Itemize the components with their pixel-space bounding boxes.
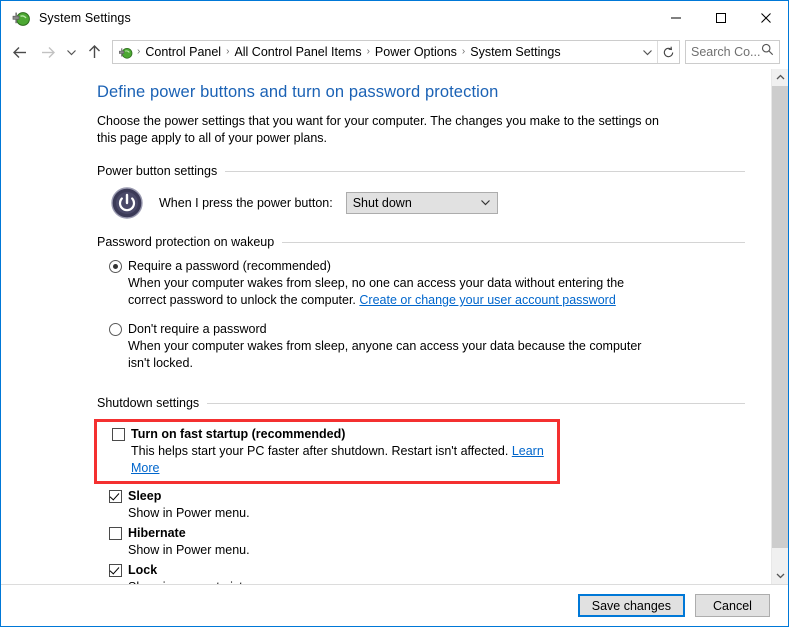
fast-startup-highlight-box: Turn on fast startup (recommended) This …: [94, 419, 560, 484]
page-description: Choose the power settings that you want …: [97, 114, 659, 145]
option-description: Show in Power menu.: [128, 506, 250, 520]
combobox-value: Shut down: [352, 196, 412, 210]
window-controls: [653, 1, 788, 35]
option-label: Hibernate: [128, 526, 186, 540]
group-password-protection: Password protection on wakeup: [97, 235, 745, 249]
group-label: Password protection on wakeup: [97, 235, 275, 249]
dialog-button-bar: Save changes Cancel: [1, 584, 788, 626]
scroll-down-arrow-icon[interactable]: [772, 567, 788, 584]
checkbox-sleep[interactable]: [109, 490, 122, 503]
address-bar[interactable]: › Control Panel › All Control Panel Item…: [112, 40, 680, 64]
settings-content: Define power buttons and turn on passwor…: [1, 69, 771, 584]
forward-arrow-icon[interactable]: [34, 39, 61, 65]
minimize-icon[interactable]: [653, 1, 698, 34]
option-label: Sleep: [128, 489, 162, 503]
up-arrow-icon[interactable]: [81, 39, 108, 65]
scroll-up-arrow-icon[interactable]: [772, 69, 788, 86]
breadcrumb-item-system-settings[interactable]: System Settings: [466, 45, 564, 59]
group-divider: [225, 170, 745, 172]
title-bar: System Settings: [1, 1, 788, 35]
option-description: Show in account picture menu.: [109, 579, 745, 584]
checkbox-lock[interactable]: [109, 564, 122, 577]
refresh-icon[interactable]: [657, 41, 679, 63]
option-label: Lock: [128, 563, 158, 577]
search-input[interactable]: Search Co...: [691, 45, 761, 59]
vertical-scrollbar[interactable]: [771, 69, 788, 584]
scrollbar-track[interactable]: [772, 86, 788, 567]
option-fast-startup[interactable]: Turn on fast startup (recommended) This …: [103, 426, 551, 477]
option-label: Don't require a password: [128, 322, 267, 336]
address-chevron-down-icon[interactable]: [637, 41, 657, 63]
cancel-button[interactable]: Cancel: [695, 594, 770, 617]
breadcrumb-item-all-control-panel-items[interactable]: All Control Panel Items: [230, 45, 365, 59]
option-sleep[interactable]: Sleep Show in Power menu.: [97, 488, 745, 522]
option-description: When your computer wakes from sleep, any…: [128, 339, 642, 370]
power-button-action-select[interactable]: Shut down: [345, 192, 498, 214]
power-button-row: When I press the power button: Shut down: [97, 187, 745, 219]
maximize-icon[interactable]: [698, 1, 743, 34]
window-title: System Settings: [39, 11, 131, 25]
back-arrow-icon[interactable]: [7, 39, 34, 65]
checkbox-fast-startup[interactable]: [112, 428, 125, 441]
breadcrumb-item-power-options[interactable]: Power Options: [371, 45, 461, 59]
power-button-icon: [111, 187, 143, 219]
system-settings-window: System Settings › Control Panel › All Co…: [0, 0, 789, 627]
navigation-bar: › Control Panel › All Control Panel Item…: [1, 35, 788, 69]
breadcrumb: › Control Panel › All Control Panel Item…: [136, 45, 637, 59]
breadcrumb-item-control-panel[interactable]: Control Panel: [141, 45, 225, 59]
power-plug-icon: [10, 7, 32, 29]
content-area: Define power buttons and turn on passwor…: [1, 69, 788, 584]
radio-require-password[interactable]: [109, 260, 122, 273]
option-description-text: This helps start your PC faster after sh…: [131, 444, 512, 458]
address-power-plug-icon: [117, 44, 134, 61]
search-icon: [761, 43, 774, 61]
group-shutdown-settings: Shutdown settings: [97, 396, 745, 410]
group-label: Shutdown settings: [97, 396, 200, 410]
create-change-password-link[interactable]: Create or change your user account passw…: [359, 293, 615, 307]
radio-dont-require-password[interactable]: [109, 323, 122, 336]
option-lock[interactable]: Lock Show in account picture menu.: [97, 562, 745, 584]
checkbox-hibernate[interactable]: [109, 527, 122, 540]
option-description: Show in Power menu.: [128, 543, 250, 557]
search-box[interactable]: Search Co...: [685, 40, 780, 64]
save-changes-button[interactable]: Save changes: [577, 594, 685, 617]
history-chevron-down-icon[interactable]: [61, 39, 81, 65]
page-title: Define power buttons and turn on passwor…: [97, 83, 499, 101]
option-dont-require-password[interactable]: Don't require a password When your compu…: [97, 321, 745, 372]
option-description: This helps start your PC faster after sh…: [112, 443, 551, 477]
option-hibernate[interactable]: Hibernate Show in Power menu.: [97, 525, 745, 559]
group-divider: [282, 241, 745, 243]
close-icon[interactable]: [743, 1, 788, 34]
power-button-label: When I press the power button:: [159, 196, 333, 210]
group-power-button-settings: Power button settings: [97, 164, 745, 178]
option-label: Turn on fast startup (recommended): [131, 427, 346, 441]
chevron-down-icon: [480, 194, 491, 212]
option-label: Require a password (recommended): [128, 259, 331, 273]
scrollbar-thumb[interactable]: [772, 86, 788, 548]
option-require-password[interactable]: Require a password (recommended) When yo…: [97, 258, 745, 309]
group-label: Power button settings: [97, 164, 218, 178]
group-divider: [207, 402, 745, 404]
option-description: When your computer wakes from sleep, no …: [109, 275, 657, 309]
